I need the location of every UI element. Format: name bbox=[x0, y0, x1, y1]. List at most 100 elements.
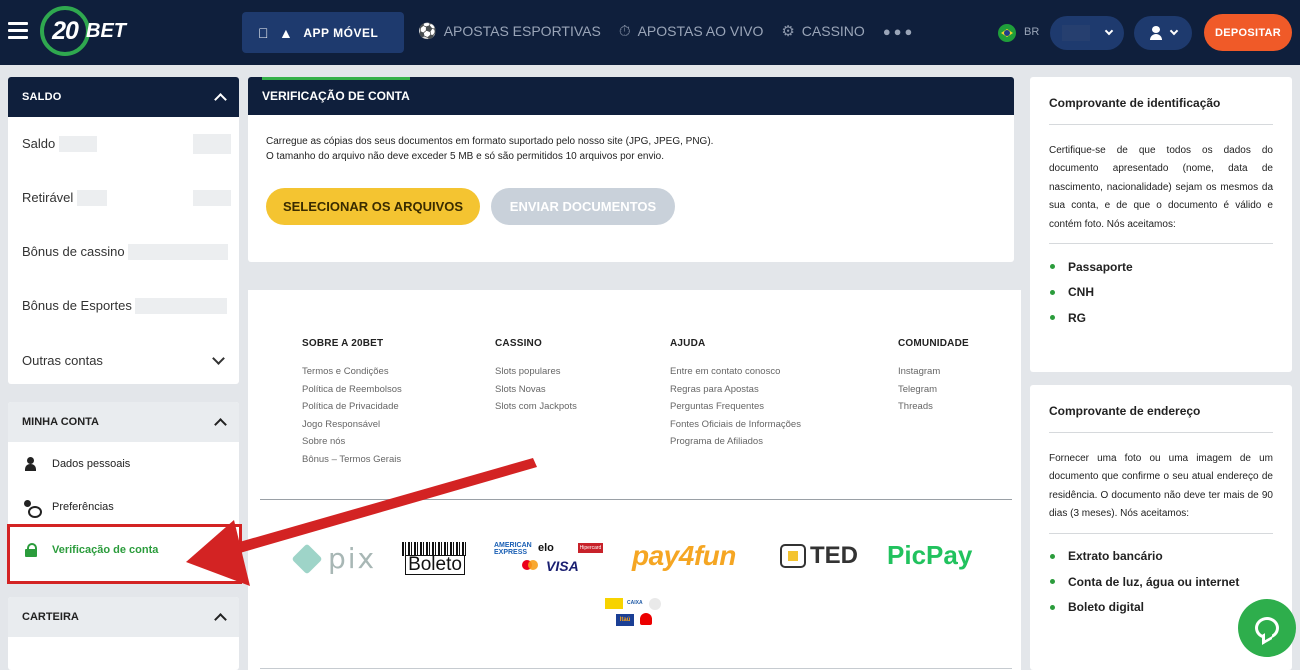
android-icon: ▲ bbox=[268, 24, 293, 41]
list-item: Extrato bancário bbox=[1049, 544, 1273, 570]
nav-sports[interactable]: ⚽ APOSTAS ESPORTIVAS bbox=[418, 22, 601, 40]
balance-dropdown[interactable] bbox=[1050, 16, 1124, 50]
balance-row-casino-bonus: Bônus de cassino bbox=[8, 225, 239, 279]
logo-text: BET bbox=[86, 19, 126, 42]
pay4fun-logo: pay4fun bbox=[632, 540, 736, 571]
balance-row-other-accounts[interactable]: Outras contas bbox=[8, 333, 239, 384]
footer-link[interactable]: Instagram bbox=[898, 366, 969, 379]
hidden-value bbox=[135, 298, 228, 315]
footer-link[interactable]: Jogo Responsável bbox=[302, 419, 402, 432]
live-chat-button[interactable] bbox=[1238, 599, 1296, 657]
footer-link[interactable]: Perguntas Frequentes bbox=[670, 401, 801, 414]
wallet-panel: CARTEIRA bbox=[8, 597, 239, 670]
stopwatch-icon: ⏱ bbox=[618, 22, 631, 40]
chevron-down-icon bbox=[1104, 26, 1114, 36]
soccer-ball-icon: ⚽ bbox=[418, 23, 437, 40]
itau-logo: Itaú bbox=[616, 614, 634, 626]
visa-logo: VISA bbox=[546, 558, 579, 574]
id-proof-card: Comprovante de identificação Certifique-… bbox=[1030, 77, 1292, 372]
apple-icon:  bbox=[258, 25, 269, 41]
more-dots-icon[interactable]: ●●● bbox=[883, 24, 916, 39]
menu-personal-data[interactable]: Dados pessoais bbox=[8, 442, 239, 485]
amex-logo: AMERICAN EXPRESS bbox=[494, 542, 532, 556]
menu-label: Preferências bbox=[52, 500, 114, 513]
balance-label: Bônus de cassino bbox=[22, 243, 125, 259]
logo[interactable]: 20 BET bbox=[40, 6, 126, 56]
user-icon bbox=[1149, 26, 1163, 40]
footer-divider bbox=[260, 499, 1012, 500]
active-tab-bar bbox=[262, 77, 410, 80]
account-title: MINHA CONTA bbox=[22, 416, 99, 428]
balance-row-sports-bonus: Bônus de Esportes bbox=[8, 279, 239, 333]
ted-logo: TED bbox=[780, 542, 858, 570]
person-icon bbox=[24, 456, 38, 471]
user-dropdown[interactable] bbox=[1134, 16, 1192, 50]
verification-header: VERIFICAÇÃO DE CONTA bbox=[248, 77, 1014, 115]
footer-link[interactable]: Threads bbox=[898, 401, 969, 414]
pix-logo: pix bbox=[291, 542, 377, 575]
elo-logo: elo bbox=[538, 542, 554, 554]
footer-col-title: COMUNIDADE bbox=[898, 338, 969, 349]
menu-label: Dados pessoais bbox=[52, 457, 131, 470]
footer-link[interactable]: Slots populares bbox=[495, 366, 577, 379]
footer-link[interactable]: Regras para Apostas bbox=[670, 384, 801, 397]
pix-text: pix bbox=[328, 542, 377, 575]
menu-preferences[interactable]: Preferências bbox=[8, 485, 239, 528]
footer-link[interactable]: Política de Reembolsos bbox=[302, 384, 402, 397]
address-proof-list: Extrato bancário Conta de luz, água ou i… bbox=[1049, 534, 1273, 621]
footer-link[interactable]: Slots Novas bbox=[495, 384, 577, 397]
chevron-up-icon bbox=[214, 418, 227, 431]
footer-bottom-line bbox=[260, 668, 1012, 669]
instruction-line-2: O tamanho do arquivo não deve exceder 5 … bbox=[266, 151, 665, 162]
footer-link[interactable]: Entre em contato conosco bbox=[670, 366, 801, 379]
footer-col-community: COMUNIDADE Instagram Telegram Threads bbox=[898, 338, 969, 419]
balance-header[interactable]: SALDO bbox=[8, 77, 239, 117]
balance-row-saldo: Saldo bbox=[8, 117, 239, 171]
balance-panel: SALDO Saldo Retirável Bônus de cassino B… bbox=[8, 77, 239, 384]
footer-link[interactable]: Fontes Oficiais de Informações bbox=[670, 419, 801, 432]
account-header[interactable]: MINHA CONTA bbox=[8, 402, 239, 442]
pix-icon bbox=[291, 542, 323, 575]
wallet-header[interactable]: CARTEIRA bbox=[8, 597, 239, 637]
footer-link[interactable]: Telegram bbox=[898, 384, 969, 397]
footer-link[interactable]: Slots com Jackpots bbox=[495, 401, 577, 414]
mastercard-icon bbox=[522, 560, 538, 570]
balance-label: Bônus de Esportes bbox=[22, 297, 132, 313]
nav-live-label: APOSTAS AO VIVO bbox=[637, 23, 764, 39]
footer-col-help: AJUDA Entre em contato conosco Regras pa… bbox=[670, 338, 801, 454]
list-item: CNH bbox=[1049, 280, 1273, 306]
bradesco-icon bbox=[649, 598, 661, 610]
verification-card: VERIFICAÇÃO DE CONTA Carregue as cópias … bbox=[248, 77, 1014, 262]
santander-icon bbox=[640, 613, 652, 625]
balance-row-withdrawable: Retirável bbox=[8, 171, 239, 225]
chevron-down-icon bbox=[212, 351, 225, 365]
language-code[interactable]: BR bbox=[1024, 26, 1039, 38]
footer-link[interactable]: Termos e Condições bbox=[302, 366, 402, 379]
hidden-value bbox=[128, 244, 229, 261]
address-proof-title: Comprovante de endereço bbox=[1049, 385, 1273, 433]
nav-live[interactable]: ⏱ APOSTAS AO VIVO bbox=[619, 23, 763, 40]
footer-col-title: CASSINO bbox=[495, 338, 542, 349]
hidden-amount bbox=[193, 134, 231, 154]
footer-link[interactable]: Programa de Afiliados bbox=[670, 436, 801, 449]
chevron-down-icon bbox=[1169, 26, 1179, 36]
footer-link[interactable]: Sobre nós bbox=[302, 436, 402, 449]
brazil-flag-icon[interactable] bbox=[998, 24, 1016, 42]
id-proof-title: Comprovante de identificação bbox=[1049, 77, 1273, 125]
boleto-text: Boleto bbox=[405, 555, 465, 575]
select-files-button[interactable]: SELECIONAR OS ARQUIVOS bbox=[266, 188, 480, 225]
caixa-logo: CAIXA bbox=[627, 600, 643, 606]
footer-link[interactable]: Bônus – Termos Gerais bbox=[302, 454, 402, 467]
balance-hidden bbox=[1062, 25, 1090, 41]
footer-link[interactable]: Política de Privacidade bbox=[302, 401, 402, 414]
balance-label: Saldo bbox=[22, 135, 56, 151]
deposit-button[interactable]: DEPOSITAR bbox=[1204, 14, 1292, 51]
app-mobile-button[interactable]:  ▲ APP MÓVEL bbox=[242, 12, 404, 53]
nav-casino[interactable]: ⚙ CASSINO bbox=[781, 22, 864, 40]
menu-icon[interactable] bbox=[8, 22, 28, 40]
list-item: Passaporte bbox=[1049, 254, 1273, 280]
send-documents-button[interactable]: ENVIAR DOCUMENTOS bbox=[491, 188, 675, 225]
casino-chip-icon: ⚙ bbox=[781, 23, 795, 40]
footer: SOBRE A 20BET Termos e Condições Polític… bbox=[248, 290, 1021, 670]
hipercard-logo: Hipercard bbox=[578, 543, 603, 553]
